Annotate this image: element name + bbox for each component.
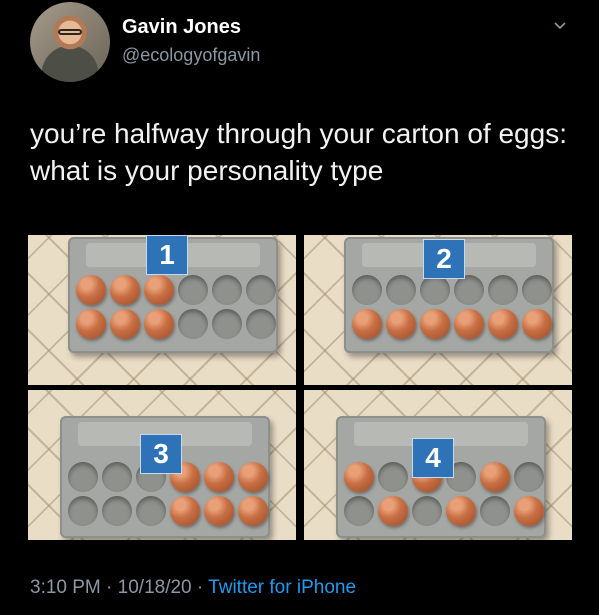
panel-number-badge: 4: [412, 438, 454, 478]
tweet-time[interactable]: 3:10 PM: [30, 577, 101, 598]
panel-number-badge: 3: [140, 434, 182, 474]
author-handle[interactable]: @ecologyofgavin: [122, 45, 260, 66]
egg: [76, 309, 106, 339]
egg: [514, 496, 544, 526]
empty-cup: [68, 496, 98, 526]
egg: [488, 309, 518, 339]
egg: [204, 496, 234, 526]
egg: [454, 309, 484, 339]
avatar[interactable]: [30, 2, 110, 82]
egg-cups: [352, 275, 552, 339]
empty-cup: [412, 496, 442, 526]
tweet-text: you’re halfway through your carton of eg…: [30, 118, 567, 186]
empty-cup: [102, 462, 132, 492]
egg: [204, 462, 234, 492]
meta-separator: ·: [196, 577, 204, 598]
tweet-source-link[interactable]: Twitter for iPhone: [208, 577, 356, 598]
egg: [344, 462, 374, 492]
egg: [352, 309, 382, 339]
egg: [522, 309, 552, 339]
egg: [446, 496, 476, 526]
empty-cup: [344, 496, 374, 526]
empty-cup: [454, 275, 484, 305]
glasses-icon: [58, 29, 82, 35]
empty-cup: [212, 275, 242, 305]
author-name[interactable]: Gavin Jones: [122, 16, 241, 39]
egg: [386, 309, 416, 339]
empty-cup: [420, 275, 450, 305]
tweet-meta: 3:10 PM · 10/18/20 · Twitter for iPhone: [30, 577, 356, 599]
egg: [480, 462, 510, 492]
tweet-date[interactable]: 10/18/20: [118, 577, 192, 598]
empty-cup: [488, 275, 518, 305]
egg: [76, 275, 106, 305]
photo-panel[interactable]: 4: [304, 390, 572, 540]
empty-cup: [522, 275, 552, 305]
egg: [110, 275, 140, 305]
empty-cup: [386, 275, 416, 305]
empty-cup: [480, 496, 510, 526]
tweet-photo-grid[interactable]: 1 2 3 4: [28, 235, 572, 540]
egg: [170, 496, 200, 526]
photo-panel[interactable]: 2: [304, 235, 572, 385]
empty-cup: [212, 309, 242, 339]
egg: [238, 462, 268, 492]
egg: [110, 309, 140, 339]
egg: [378, 496, 408, 526]
empty-cup: [514, 462, 544, 492]
photo-panel[interactable]: 3: [28, 390, 296, 540]
photo-panel[interactable]: 1: [28, 235, 296, 385]
empty-cup: [178, 309, 208, 339]
empty-cup: [68, 462, 98, 492]
empty-cup: [136, 496, 166, 526]
egg-cups: [76, 275, 276, 339]
egg: [144, 309, 174, 339]
meta-separator: ·: [106, 577, 113, 598]
empty-cup: [378, 462, 408, 492]
empty-cup: [178, 275, 208, 305]
egg: [420, 309, 450, 339]
egg: [238, 496, 268, 526]
panel-number-badge: 1: [146, 235, 188, 275]
egg: [144, 275, 174, 305]
empty-cup: [102, 496, 132, 526]
chevron-down-icon[interactable]: [554, 20, 566, 32]
panel-number-badge: 2: [423, 239, 465, 279]
empty-cup: [246, 275, 276, 305]
empty-cup: [246, 309, 276, 339]
empty-cup: [352, 275, 382, 305]
